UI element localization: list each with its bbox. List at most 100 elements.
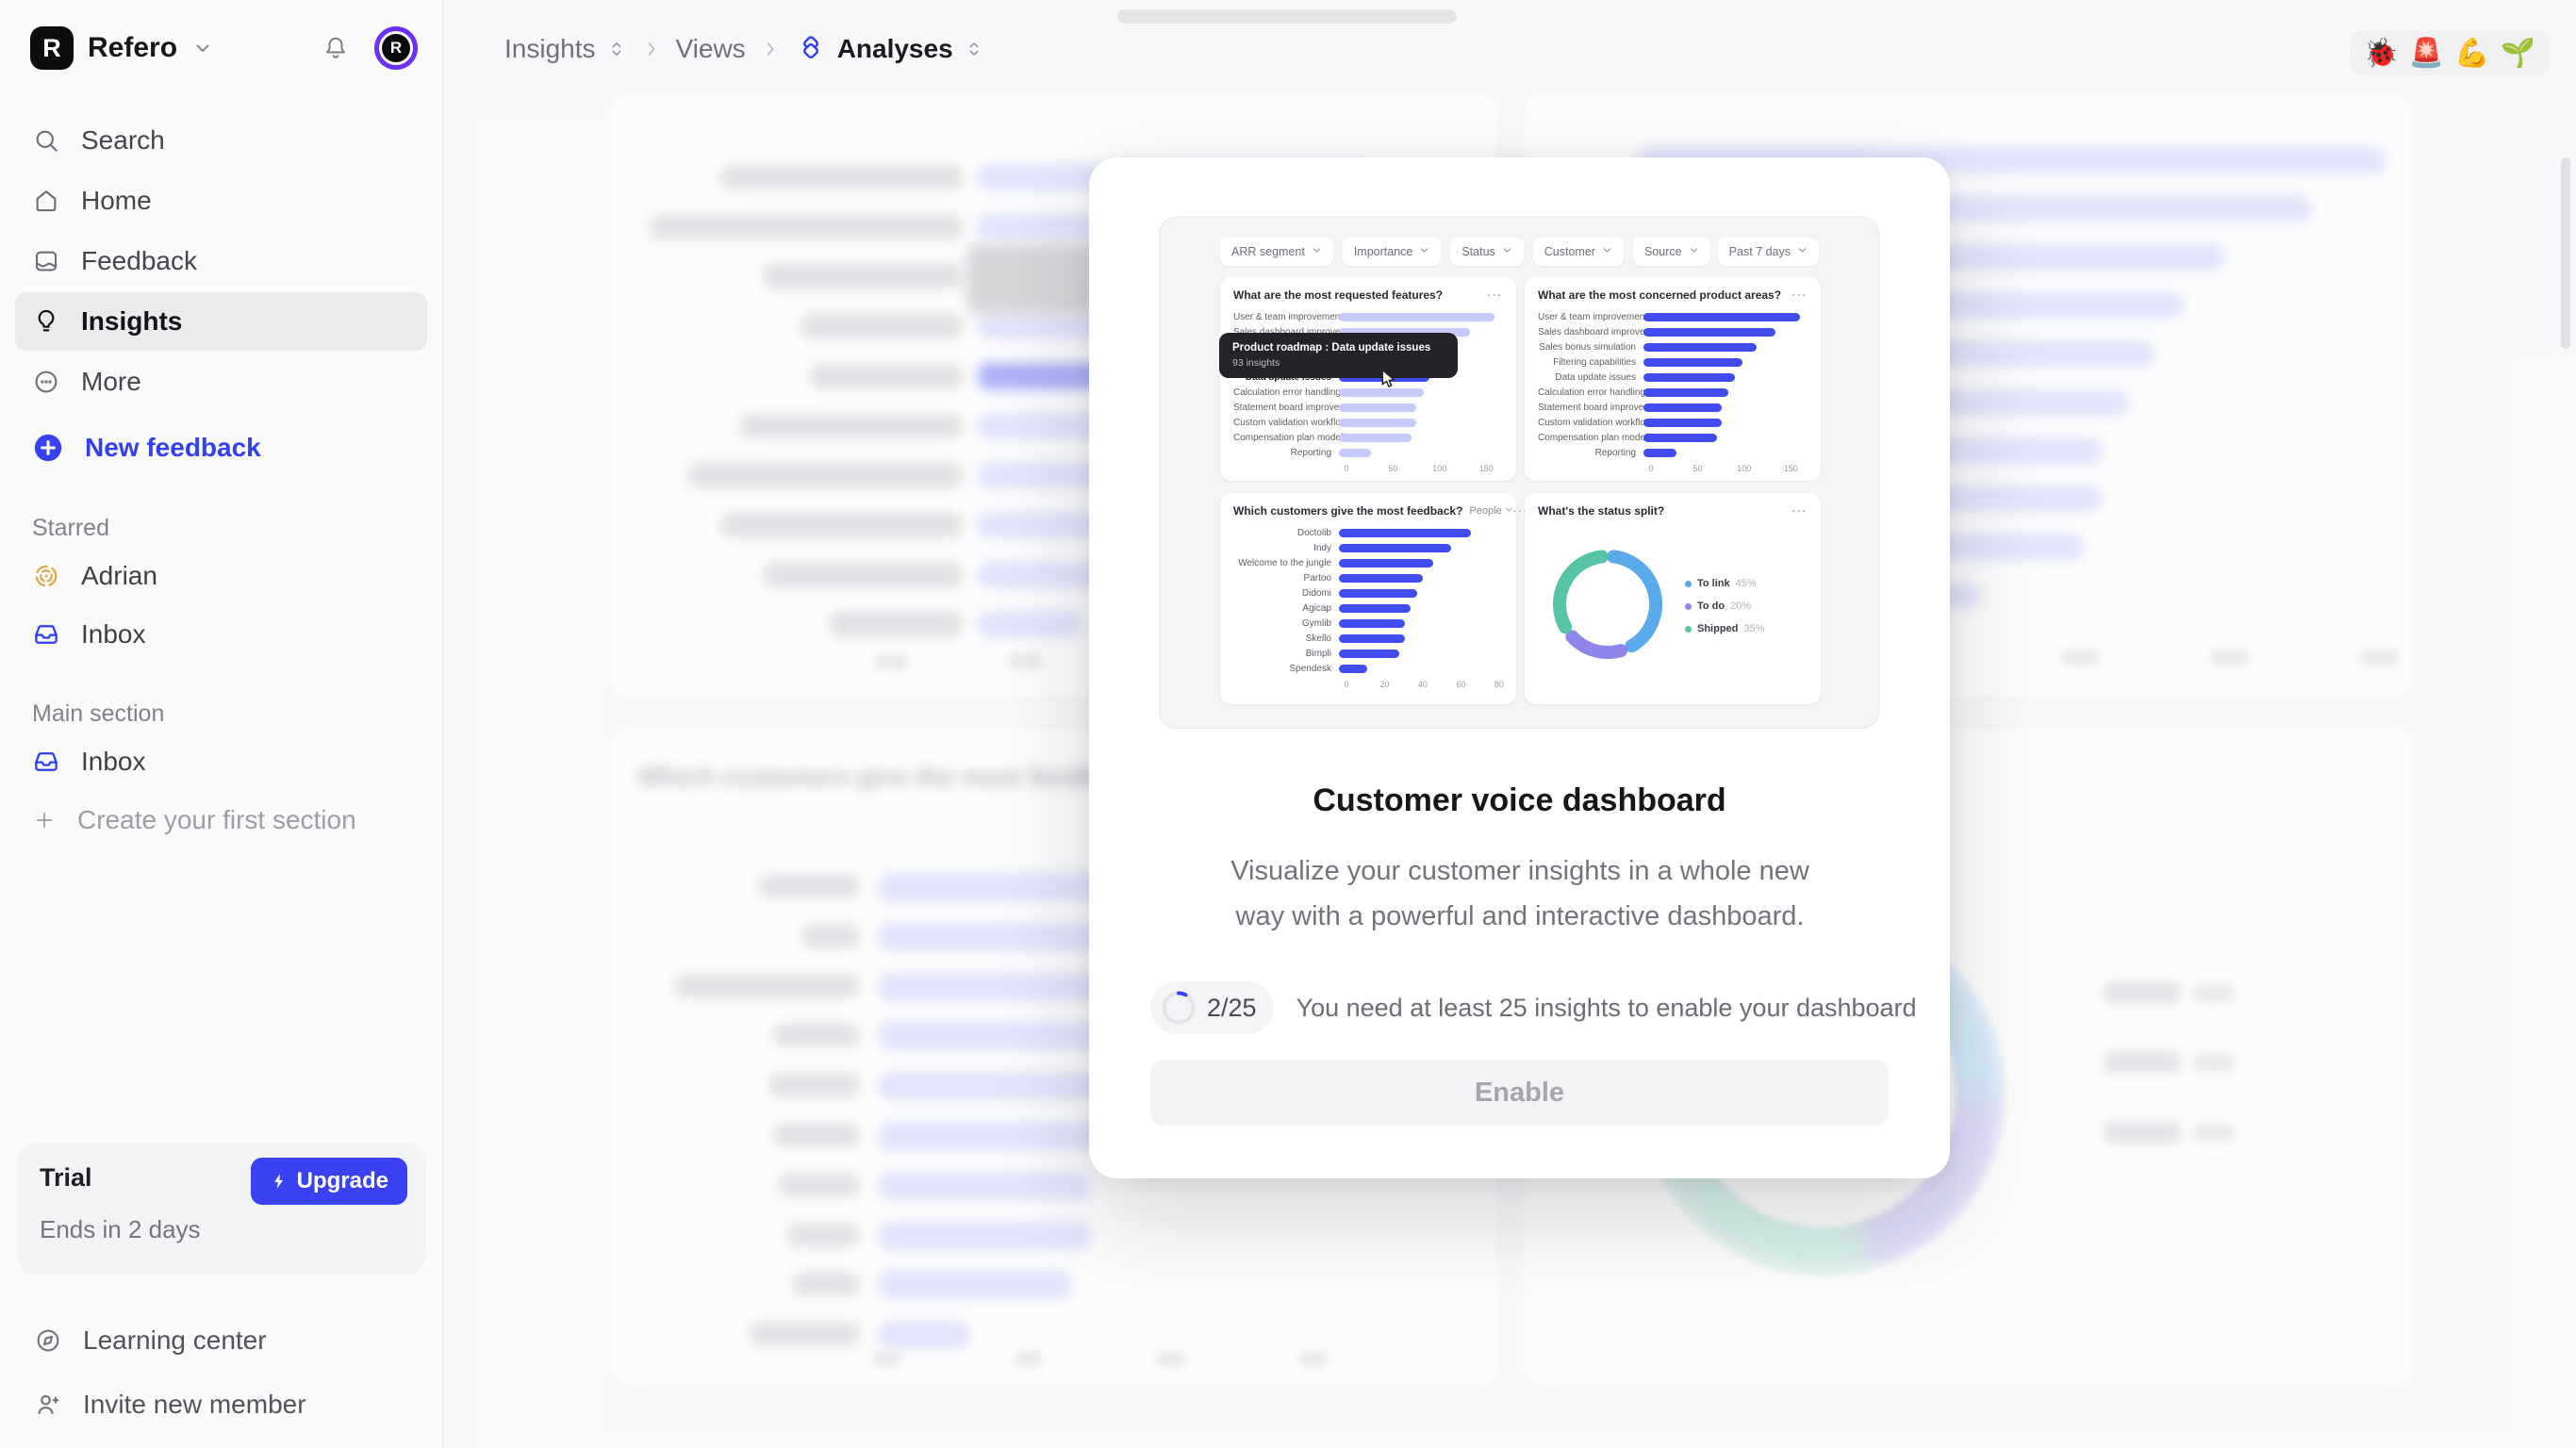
chart-bar [1643,313,1800,321]
chart-category-label: Reporting [1538,448,1643,458]
chart-category-label: Partoo [1233,573,1339,584]
breadcrumb-item-analyses[interactable]: Analyses [795,34,984,64]
axis-tick: 0 [1344,680,1348,689]
legend-item: To do20% [1685,595,1764,617]
chart-x-axis: 050100150 [1651,464,1808,475]
modal-title: Customer voice dashboard [1089,782,1950,819]
create-section-label: Create your first section [77,805,356,835]
sidebar-item-invite-new-member[interactable]: Invite new member [17,1376,323,1433]
chart-category-label: Sales dashboard improvement [1538,327,1643,337]
legend-item: Shipped35% [1685,617,1764,640]
axis-tick: 50 [1388,464,1397,473]
create-section-button[interactable]: Create your first section [15,792,427,848]
chart-bar [1643,328,1775,337]
filter-chip-customer[interactable]: Customer [1533,238,1624,266]
sidebar-item-label: Inbox [81,747,146,777]
scrollbar-thumb[interactable] [2561,157,2570,349]
chart-row: Indy [1233,540,1503,555]
sidebar-item-inbox[interactable]: Inbox [15,733,427,790]
updown-icon [606,39,627,59]
chart-row: Compensation plan modeling [1538,430,1808,445]
notifications-bell-icon[interactable] [322,34,350,62]
chart-row: Data update issues [1538,370,1808,385]
date-filter-chip[interactable]: Past 7 days [1718,238,1819,266]
chart-row: Bimpli [1233,646,1503,661]
chart-category-label: Gymlib [1233,618,1339,629]
filter-chip-arr-segment[interactable]: ARR segment [1220,238,1333,266]
avatar[interactable]: R [374,26,418,70]
drag-handle[interactable] [1117,9,1457,24]
enable-button[interactable]: Enable [1150,1060,1889,1126]
chart-category-label: Sales bonus simulation [1538,342,1643,353]
filter-chip-importance[interactable]: Importance [1343,238,1442,266]
upgrade-button[interactable]: Upgrade [251,1158,407,1205]
chart-row: Filtering capabilities [1538,354,1808,370]
reaction-emoji[interactable]: 🐞 [2364,37,2399,70]
mini-chart-card: What are the most concerned product area… [1525,277,1821,481]
mini-chart-card: Which customers give the most feedback?P… [1220,493,1516,704]
chart-category-label: Didomi [1233,588,1339,599]
sidebar-item-label: Adrian [81,561,157,591]
reaction-emoji[interactable]: 💪 [2454,37,2489,70]
sidebar-item-learning-center[interactable]: Learning center [17,1312,284,1369]
plus-icon [32,808,57,832]
chart-category-label: Reporting [1233,448,1339,458]
chart-category-label: Filtering capabilities [1538,357,1643,368]
chart-menu-button[interactable]: ··· [1792,288,1808,302]
chart-menu-button[interactable]: ··· [1792,504,1808,518]
sidebar-item-insights[interactable]: Insights [15,292,427,351]
filter-chip-status[interactable]: Status [1450,238,1523,266]
filter-chip-label: Source [1644,245,1682,258]
axis-tick: 80 [1494,680,1504,689]
plus-circle-icon [32,432,64,464]
chart-menu-button[interactable]: ··· [1488,288,1504,302]
sidebar-item-inbox[interactable]: Inbox [15,606,427,663]
chart-row: Calculation error handling [1233,385,1503,400]
sidebar-item-home[interactable]: Home [15,172,427,230]
sidebar-item-label: Inbox [81,619,146,650]
chevron-down-icon [1312,245,1322,258]
preview-filter-bar: ARR segment Importance Status Customer Sourc… [1220,238,1710,266]
chart-category-label: Statement board improvement [1538,403,1643,413]
filter-chip-source[interactable]: Source [1633,238,1710,266]
reactions-chip[interactable]: 🐞 🚨 💪 🌱 [2350,30,2550,75]
dashboard-modal: ARR segment Importance Status Customer Sourc… [1089,157,1950,1178]
sidebar-nav: SearchHomeFeedbackInsightsMore New feedba… [0,111,442,477]
requirement-text: You need at least 25 insights to enable … [1296,994,1917,1023]
mini-chart-card: What are the most requested features?···… [1220,277,1516,481]
sidebar-item-more[interactable]: More [15,353,427,411]
chevron-down-icon [1502,245,1512,258]
chart-row: Welcome to the jungle [1233,555,1503,570]
chevron-down-icon [1602,245,1612,258]
chart-bar [1339,574,1423,583]
chart-x-axis: 020406080 [1346,680,1503,691]
sidebar-item-label: Invite new member [83,1390,306,1420]
breadcrumb-item-views[interactable]: Views [676,34,746,64]
chevron-down-icon [191,37,214,59]
chart-category-label: Agicap [1233,603,1339,614]
refero-logo: R [30,26,74,70]
sidebar-item-feedback[interactable]: Feedback [15,232,427,290]
more-icon [32,368,60,396]
legend-value: 20% [1730,601,1751,612]
mouse-cursor-icon [1379,369,1397,395]
compass-icon [34,1326,62,1355]
chart-row: Reporting [1538,445,1808,460]
breadcrumb-item-insights[interactable]: Insights [504,34,627,64]
reaction-emoji[interactable]: 🚨 [2409,37,2444,70]
sidebar: R Refero R SearchHomeFeedbackInsightsMor… [0,0,443,1448]
sidebar-item-label: Learning center [83,1325,267,1356]
workspace-switcher[interactable]: R Refero [30,26,214,70]
chart-bar [1339,559,1433,568]
donut-chart [1546,543,1669,666]
new-feedback-button[interactable]: New feedback [15,419,427,477]
sidebar-item-adrian[interactable]: Adrian [15,548,427,604]
chart-row: Skello [1233,631,1503,646]
chart-selector[interactable]: People [1469,505,1512,517]
layers-icon [795,35,827,63]
sidebar-item-search[interactable]: Search [15,111,427,170]
chart-category-label: Calculation error handling [1233,387,1339,398]
reaction-emoji[interactable]: 🌱 [2501,37,2535,70]
chart-bar [1339,650,1399,658]
filter-chip-label: Status [1461,245,1494,258]
